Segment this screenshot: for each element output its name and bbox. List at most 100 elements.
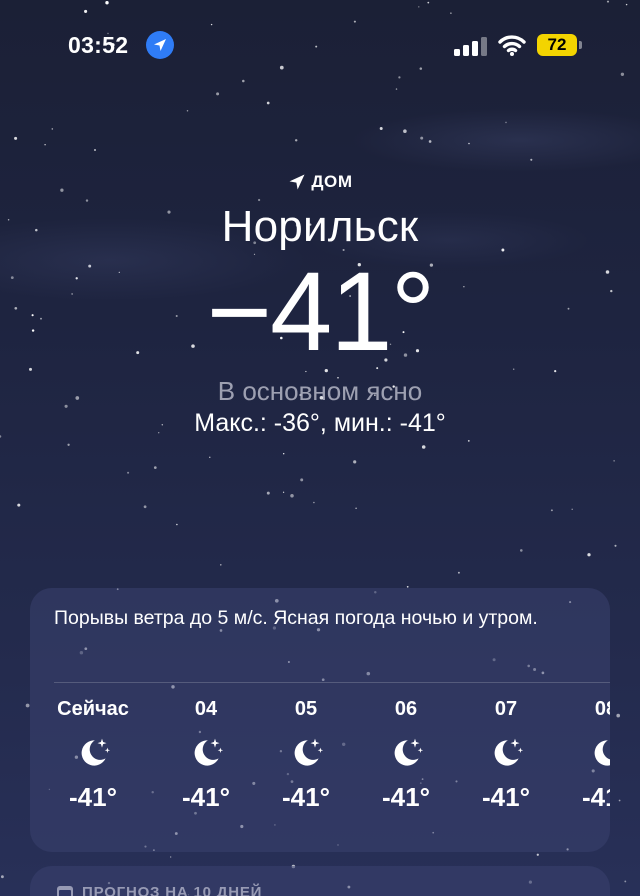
hour-label: 05 bbox=[294, 698, 318, 720]
hour-label: 08 bbox=[594, 698, 610, 720]
star bbox=[421, 445, 426, 449]
star bbox=[14, 136, 18, 140]
star bbox=[403, 129, 407, 133]
hourly-item: 07 -41° bbox=[461, 698, 551, 813]
hourly-item: Сейчас -41° bbox=[48, 698, 138, 813]
star bbox=[457, 571, 460, 574]
star bbox=[625, 3, 628, 6]
star bbox=[209, 456, 211, 458]
star bbox=[587, 553, 591, 557]
hourly-item: 08 -41° bbox=[561, 698, 610, 813]
status-bar: 03:52 72 bbox=[0, 26, 640, 66]
star bbox=[618, 799, 621, 802]
ten-day-forecast-card[interactable]: ПРОГНОЗ НА 10 ДНЕЙ bbox=[30, 866, 610, 896]
star bbox=[282, 491, 285, 493]
hour-temperature: -41° bbox=[382, 782, 430, 812]
star bbox=[51, 128, 54, 130]
star bbox=[105, 1, 109, 5]
star bbox=[571, 508, 573, 511]
star bbox=[0, 875, 4, 879]
star bbox=[614, 544, 617, 547]
star bbox=[300, 478, 304, 482]
star bbox=[395, 88, 398, 90]
battery-tip bbox=[579, 41, 582, 49]
star bbox=[44, 143, 46, 146]
hour-temperature: -41° bbox=[69, 782, 117, 812]
moon-stars-icon bbox=[561, 724, 610, 782]
moon-stars-icon bbox=[461, 724, 551, 782]
star bbox=[313, 501, 315, 504]
weather-condition: В основном ясно bbox=[217, 376, 423, 406]
battery-indicator: 72 bbox=[537, 34, 583, 56]
star bbox=[467, 440, 470, 442]
hour-temperature: -41° bbox=[582, 782, 610, 812]
hour-label: 07 bbox=[494, 698, 518, 720]
location-arrow-icon bbox=[146, 31, 174, 59]
star bbox=[419, 67, 423, 70]
star bbox=[505, 121, 507, 124]
star bbox=[176, 523, 178, 526]
battery-level: 72 bbox=[547, 35, 567, 54]
star bbox=[624, 880, 627, 883]
hourly-item: 04 -41° bbox=[161, 698, 251, 813]
hour-temperature: -41° bbox=[482, 782, 530, 812]
hourly-forecast-card[interactable]: Порывы ветра до 5 м/с. Ясная погода ночь… bbox=[30, 588, 610, 852]
star bbox=[266, 491, 270, 495]
star bbox=[170, 856, 172, 858]
moon-stars-icon bbox=[261, 724, 351, 782]
star bbox=[283, 453, 285, 455]
star bbox=[220, 564, 222, 566]
star bbox=[127, 471, 130, 474]
cellular-signal-icon bbox=[454, 37, 487, 56]
location-arrow-icon bbox=[289, 174, 305, 190]
star bbox=[186, 110, 189, 112]
star bbox=[216, 92, 220, 96]
hour-label: Сейчас bbox=[57, 698, 129, 720]
star bbox=[613, 460, 615, 462]
star bbox=[290, 494, 294, 498]
home-location-row: ДОМ bbox=[0, 170, 640, 194]
city-name: Норильск bbox=[221, 202, 419, 251]
status-time: 03:52 bbox=[68, 32, 129, 58]
star bbox=[379, 127, 383, 130]
star bbox=[353, 460, 357, 464]
moon-stars-icon bbox=[361, 724, 451, 782]
star bbox=[279, 65, 284, 70]
weather-header[interactable]: ДОМ Норильск −41° В основном ясно Макс.:… bbox=[0, 170, 640, 438]
star bbox=[420, 136, 424, 140]
star bbox=[606, 0, 610, 3]
hour-label: 04 bbox=[194, 698, 218, 720]
forecast-summary: Порывы ветра до 5 м/с. Ясная погода ночь… bbox=[54, 607, 538, 629]
current-temperature: −41° bbox=[206, 249, 436, 374]
hourly-item: 05 -41° bbox=[261, 698, 351, 813]
star bbox=[450, 12, 452, 14]
star bbox=[530, 158, 533, 161]
wifi-icon bbox=[498, 35, 526, 56]
star bbox=[143, 505, 147, 509]
ten-day-forecast-label: ПРОГНОЗ НА 10 ДНЕЙ bbox=[82, 883, 263, 896]
star bbox=[520, 549, 523, 552]
star bbox=[94, 149, 96, 151]
moon-stars-icon bbox=[161, 724, 251, 782]
battery-body: 72 bbox=[537, 34, 577, 56]
star bbox=[616, 713, 621, 718]
star bbox=[17, 503, 21, 507]
star bbox=[242, 79, 245, 83]
star bbox=[25, 703, 30, 708]
star bbox=[84, 9, 88, 13]
star bbox=[620, 72, 625, 76]
star bbox=[550, 509, 553, 512]
hour-temperature: -41° bbox=[182, 782, 230, 812]
star bbox=[266, 101, 270, 105]
star bbox=[468, 142, 470, 145]
moon-stars-icon bbox=[48, 724, 138, 782]
ten-day-forecast-title: ПРОГНОЗ НА 10 ДНЕЙ bbox=[56, 883, 262, 896]
card-divider bbox=[54, 682, 610, 683]
star bbox=[153, 466, 157, 469]
high-low-temperature: Макс.: -36°, мин.: -41° bbox=[194, 409, 446, 437]
star bbox=[427, 1, 430, 4]
star bbox=[294, 139, 298, 142]
star bbox=[536, 853, 539, 856]
calendar-icon bbox=[57, 886, 73, 896]
star bbox=[353, 20, 356, 23]
